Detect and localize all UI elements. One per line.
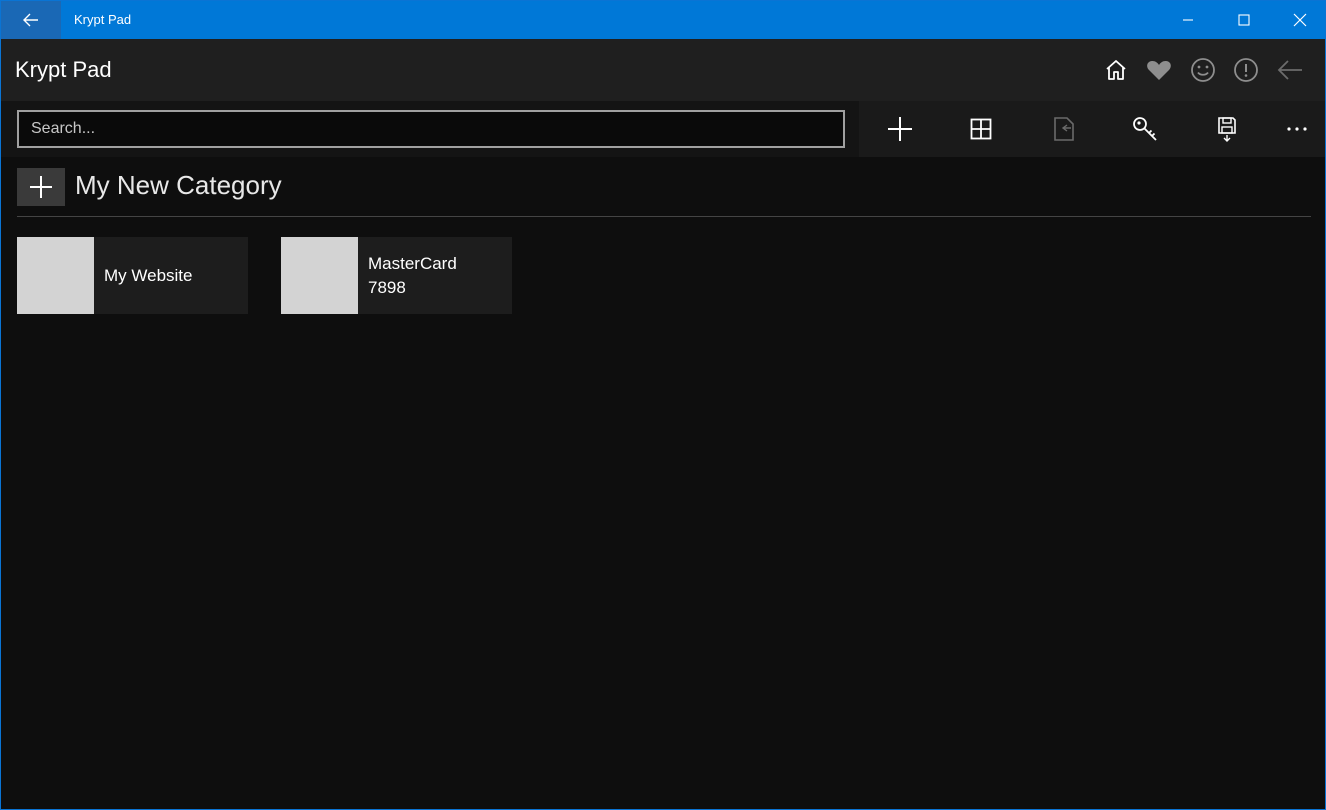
item-title: MasterCard <box>368 253 457 273</box>
grid-icon <box>970 118 992 140</box>
item-thumbnail <box>281 237 358 314</box>
close-icon <box>1293 13 1307 27</box>
search-input[interactable] <box>17 110 845 148</box>
favorites-button[interactable] <box>1142 53 1176 87</box>
smiley-icon <box>1191 58 1215 82</box>
item-text: My Website <box>104 237 193 314</box>
minimize-icon <box>1183 19 1193 21</box>
view-grid-button[interactable] <box>951 109 1011 149</box>
category-header: My New Category <box>17 168 1311 208</box>
feedback-button[interactable] <box>1186 53 1220 87</box>
save-button[interactable] <box>1197 109 1257 149</box>
category-divider <box>17 216 1311 217</box>
window-title: Krypt Pad <box>74 12 132 27</box>
minimize-button[interactable] <box>1160 1 1216 39</box>
item-title: My Website <box>104 265 193 285</box>
close-button[interactable] <box>1272 1 1325 39</box>
home-icon <box>1106 60 1126 80</box>
back-arrow-icon <box>23 13 38 27</box>
import-button[interactable] <box>1034 109 1094 149</box>
about-button[interactable] <box>1229 53 1263 87</box>
more-icon <box>1287 127 1307 131</box>
back-button[interactable] <box>1273 53 1307 87</box>
import-icon <box>1054 117 1074 141</box>
maximize-icon <box>1238 14 1250 26</box>
add-item-button[interactable] <box>870 109 930 149</box>
title-bar: Krypt Pad <box>1 1 1325 39</box>
add-to-category-button[interactable] <box>17 168 65 206</box>
heart-icon <box>1147 60 1171 80</box>
add-icon <box>888 117 912 141</box>
add-icon <box>30 176 52 198</box>
item-subtitle: 7898 <box>368 277 406 297</box>
key-icon <box>1133 117 1157 141</box>
more-button[interactable] <box>1267 109 1325 149</box>
page-title: Krypt Pad <box>15 57 112 82</box>
maximize-button[interactable] <box>1216 1 1272 39</box>
titlebar-back-button[interactable] <box>1 1 61 39</box>
search-area <box>1 101 859 157</box>
command-bar <box>1 101 1325 157</box>
item-tile[interactable]: My Website <box>17 237 248 314</box>
item-tile[interactable]: MasterCard 7898 <box>281 237 512 314</box>
change-passphrase-button[interactable] <box>1115 109 1175 149</box>
app-header: Krypt Pad <box>1 39 1325 101</box>
save-icon <box>1218 117 1236 142</box>
app-window: Krypt Pad Krypt Pad Search... My New Cat… <box>0 0 1326 810</box>
category-name[interactable]: My New Category <box>75 170 282 201</box>
back-arrow-icon <box>1277 60 1302 80</box>
info-icon <box>1234 58 1258 82</box>
home-button[interactable] <box>1099 53 1133 87</box>
item-thumbnail <box>17 237 94 314</box>
item-text: MasterCard 7898 <box>368 237 457 314</box>
